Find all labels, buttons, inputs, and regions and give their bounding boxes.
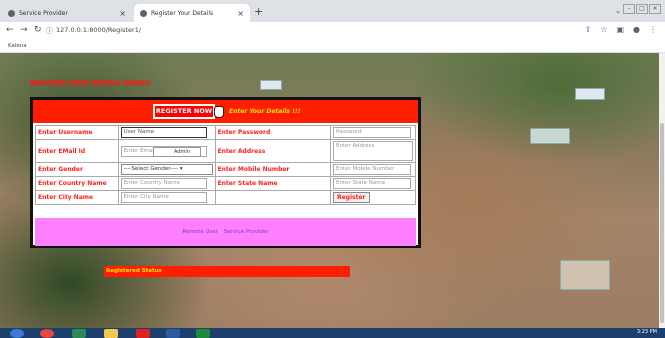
country-input[interactable]: Enter Country Name — [120, 178, 207, 189]
remote-user-link[interactable]: Remote User — [183, 229, 219, 235]
new-tab-button[interactable]: + — [254, 5, 263, 18]
close-icon[interactable]: × — [119, 9, 126, 18]
password-label: Enter Password — [214, 125, 331, 140]
username-input[interactable]: User Name — [120, 127, 207, 138]
bookmarks-bar: Kalena — [0, 40, 665, 53]
scrollbar-thumb[interactable] — [660, 123, 664, 323]
share-icon[interactable]: ⇪ — [585, 25, 592, 34]
form-row: Enter EMail Id Enter Email Enter Address… — [35, 139, 417, 163]
app-icon[interactable] — [196, 329, 210, 338]
registered-status: Registered Status — [104, 266, 350, 277]
info-icon[interactable]: ⓘ — [46, 26, 53, 36]
browser-tools: ⇪ ☆ ▣ ● ⋮ — [585, 25, 657, 34]
enter-details-text: Enter Your Details !!! — [229, 108, 301, 115]
state-input[interactable]: Enter State Name — [332, 178, 411, 189]
url-field[interactable]: 127.0.0.1:8000/Register1/ — [56, 26, 141, 34]
background-building — [575, 88, 605, 100]
gender-select[interactable]: ----Select Gender---- ▾ — [120, 164, 213, 175]
folder-icon[interactable] — [104, 329, 118, 338]
username-label: Enter Username — [35, 125, 119, 140]
register-panel: REGISTER NOW Enter Your Details !!! Ente… — [30, 97, 421, 248]
password-input[interactable]: Password — [332, 127, 411, 138]
mobile-input[interactable]: Enter Mobile Number — [332, 164, 411, 175]
footer-nav: Remote User Service Provider — [35, 218, 416, 246]
form-row: Enter Gender ----Select Gender---- ▾ Ent… — [35, 162, 417, 177]
maximize-icon[interactable]: □ — [636, 4, 648, 14]
tab-title: Service Provider — [19, 9, 68, 17]
form-row: Enter Country Name Enter Country Name En… — [35, 176, 417, 191]
minimize-icon[interactable]: – — [623, 4, 635, 14]
tab-strip: Service Provider × Register Your Details… — [0, 0, 665, 22]
reload-icon[interactable]: ↻ — [34, 25, 42, 35]
profile-icon[interactable]: ● — [633, 25, 640, 34]
globe-icon — [8, 9, 15, 17]
autocomplete-suggestion[interactable]: Admin — [153, 147, 201, 157]
form-row: Enter Username User Name Enter Password … — [35, 125, 417, 140]
bookmark-item[interactable]: Kalena — [8, 43, 27, 49]
scrollbar[interactable] — [659, 53, 665, 328]
forward-icon[interactable]: → — [20, 25, 28, 35]
app-icon[interactable] — [72, 329, 86, 338]
background-building — [260, 80, 282, 90]
register-form: Enter Username User Name Enter Password … — [35, 125, 417, 205]
chevron-down-icon: ▾ — [179, 166, 183, 172]
window-controls: – □ ✕ — [623, 4, 661, 14]
hand-cursor-icon — [214, 106, 224, 118]
city-input[interactable]: Enter City Name — [120, 192, 207, 203]
address-toolbar: ← → ↻ ⓘ 127.0.0.1:8000/Register1/ ⇪ ☆ ▣ … — [0, 22, 665, 40]
start-icon[interactable] — [10, 329, 24, 338]
empty-cell — [214, 190, 331, 205]
app-icon[interactable] — [136, 329, 150, 338]
taskbar: 3:23 PM — [0, 328, 665, 338]
country-label: Enter Country Name — [35, 176, 119, 191]
tab-service-provider[interactable]: Service Provider × — [2, 4, 132, 22]
email-label: Enter EMail Id — [35, 139, 119, 163]
register-button[interactable]: Register — [332, 192, 370, 203]
address-textarea[interactable]: Enter Address — [332, 141, 413, 161]
city-label: Enter City Name — [35, 190, 119, 205]
background-building — [530, 128, 570, 144]
app-icon[interactable] — [166, 329, 180, 338]
back-icon[interactable]: ← — [6, 25, 14, 35]
state-label: Enter State Name — [214, 176, 331, 191]
tab-search-icon[interactable]: ⌄ — [615, 7, 621, 15]
star-icon[interactable]: ☆ — [600, 25, 607, 34]
mobile-label: Enter Mobile Number — [214, 162, 331, 177]
tab-register[interactable]: Register Your Details × — [134, 4, 250, 22]
close-window-icon[interactable]: ✕ — [649, 4, 661, 14]
gender-label: Enter Gender — [35, 162, 119, 177]
form-row: Enter City Name Enter City Name Register — [35, 190, 417, 205]
page-heading: REGISTER YOUR DETAILS HERE!!! — [30, 79, 152, 87]
tab-title: Register Your Details — [151, 9, 214, 17]
panel-header: REGISTER NOW Enter Your Details !!! — [33, 100, 418, 123]
service-provider-link[interactable]: Service Provider — [224, 229, 269, 235]
address-label: Enter Address — [214, 139, 331, 163]
close-icon[interactable]: × — [237, 9, 244, 18]
gender-selected: ----Select Gender---- — [123, 166, 179, 172]
register-now-button[interactable]: REGISTER NOW — [153, 104, 215, 119]
clock: 3:23 PM — [636, 329, 657, 335]
sidepanel-icon[interactable]: ▣ — [616, 25, 624, 34]
chrome-icon[interactable] — [40, 329, 54, 338]
globe-icon — [140, 9, 147, 17]
background-building — [560, 260, 610, 290]
browser-window: Service Provider × Register Your Details… — [0, 0, 665, 338]
menu-icon[interactable]: ⋮ — [649, 25, 657, 34]
